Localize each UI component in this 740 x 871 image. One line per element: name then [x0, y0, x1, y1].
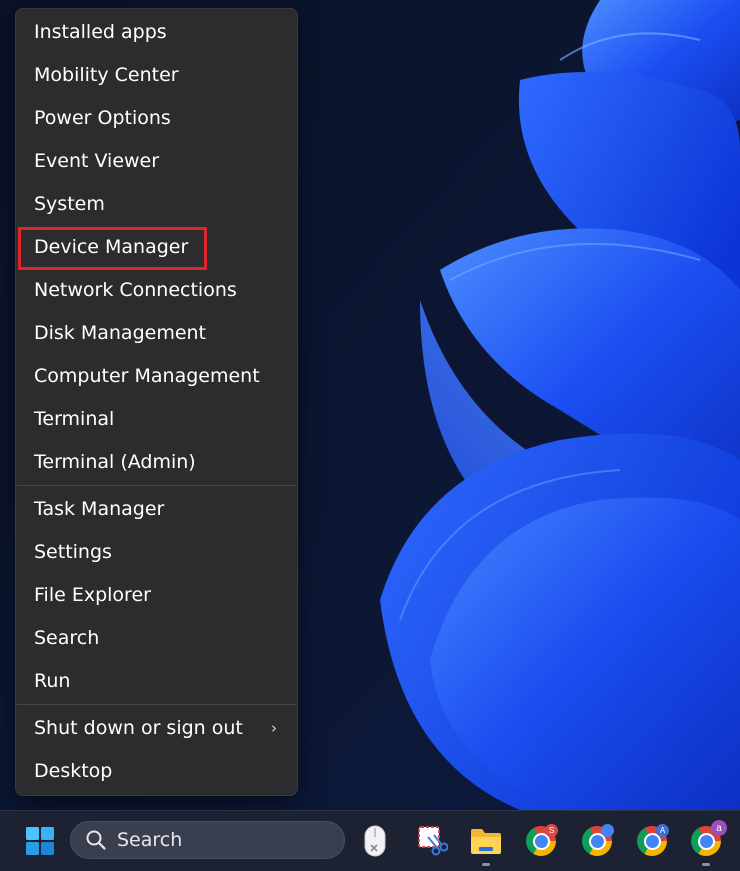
snipping-tool-icon — [418, 826, 448, 856]
mouse-app-icon — [364, 825, 386, 857]
profile-badge: A — [656, 824, 669, 837]
chrome-icon — [582, 824, 614, 856]
start-icon — [26, 827, 54, 855]
menu-divider — [17, 485, 296, 486]
menu-item-label: Disk Management — [34, 322, 207, 344]
menu-item-label: Terminal (Admin) — [34, 451, 196, 473]
menu-item-label: Power Options — [34, 107, 171, 129]
menu-item-installed-apps[interactable]: Installed apps — [16, 11, 297, 54]
menu-item-label: Terminal — [34, 408, 115, 430]
menu-item-label: Mobility Center — [34, 64, 179, 86]
menu-item-system[interactable]: System — [16, 183, 297, 226]
menu-item-task-manager[interactable]: Task Manager — [16, 488, 297, 531]
search-icon — [86, 830, 106, 850]
menu-item-run[interactable]: Run — [16, 660, 297, 703]
taskbar: Search S A a — [0, 810, 740, 871]
menu-item-computer-management[interactable]: Computer Management — [16, 355, 297, 398]
menu-divider — [17, 704, 296, 705]
running-indicator — [702, 863, 710, 866]
menu-item-label: Installed apps — [34, 21, 167, 43]
menu-item-label: Settings — [34, 541, 112, 563]
menu-item-file-explorer[interactable]: File Explorer — [16, 574, 297, 617]
menu-item-mobility-center[interactable]: Mobility Center — [16, 54, 297, 97]
chevron-right-icon: › — [271, 719, 277, 737]
taskbar-app-chrome-3[interactable]: A — [630, 811, 674, 871]
menu-item-terminal[interactable]: Terminal — [16, 398, 297, 441]
taskbar-app-snipping-tool[interactable] — [410, 811, 454, 871]
menu-item-search[interactable]: Search — [16, 617, 297, 660]
menu-item-label: Computer Management — [34, 365, 260, 387]
power-user-menu: Installed apps Mobility Center Power Opt… — [15, 8, 298, 796]
taskbar-app-file-explorer[interactable] — [464, 811, 508, 871]
menu-item-power-options[interactable]: Power Options — [16, 97, 297, 140]
menu-item-label: Run — [34, 670, 71, 692]
taskbar-app-chrome-1[interactable]: S — [519, 811, 563, 871]
chrome-icon: A — [637, 824, 669, 856]
menu-item-label: Shut down or sign out — [34, 717, 243, 739]
menu-item-terminal-admin[interactable]: Terminal (Admin) — [16, 441, 297, 484]
menu-item-network-connections[interactable]: Network Connections — [16, 269, 297, 312]
menu-item-settings[interactable]: Settings — [16, 531, 297, 574]
menu-item-label: Task Manager — [34, 498, 165, 520]
menu-item-label: System — [34, 193, 105, 215]
profile-badge: a — [711, 820, 727, 836]
profile-badge — [601, 824, 614, 837]
taskbar-app-mouse[interactable] — [353, 811, 397, 871]
running-indicator — [482, 863, 490, 866]
device-manager-highlight-box — [18, 227, 207, 270]
search-label: Search — [117, 829, 183, 851]
menu-item-label: Network Connections — [34, 279, 237, 301]
profile-badge: S — [545, 824, 558, 837]
chrome-icon: S — [526, 824, 558, 856]
chrome-icon: a — [691, 820, 727, 856]
menu-item-shut-down-or-sign-out[interactable]: Shut down or sign out › — [16, 707, 297, 750]
menu-item-label: Event Viewer — [34, 150, 160, 172]
taskbar-app-chrome-2[interactable] — [575, 811, 619, 871]
menu-item-event-viewer[interactable]: Event Viewer — [16, 140, 297, 183]
file-explorer-icon — [471, 829, 501, 854]
menu-item-label: Search — [34, 627, 100, 649]
menu-item-label: File Explorer — [34, 584, 151, 606]
taskbar-search-box[interactable]: Search — [70, 821, 345, 859]
taskbar-app-chrome-4[interactable]: a — [684, 811, 728, 871]
start-button[interactable] — [18, 811, 62, 871]
menu-item-desktop[interactable]: Desktop — [16, 750, 297, 793]
menu-item-label: Desktop — [34, 760, 113, 782]
menu-item-disk-management[interactable]: Disk Management — [16, 312, 297, 355]
